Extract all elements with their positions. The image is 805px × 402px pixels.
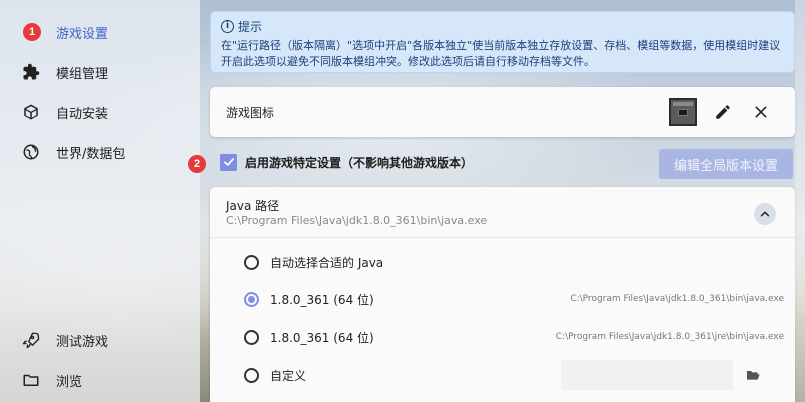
sidebar-item-test-game[interactable]: 测试游戏: [0, 321, 200, 359]
specific-settings-label: 启用游戏特定设置（不影响其他游戏版本）: [245, 155, 474, 170]
sidebar-item-label: 浏览: [56, 374, 83, 390]
check-icon: [223, 158, 234, 166]
sidebar-item-label: 世界/数据包: [56, 146, 126, 162]
checkbox-checked[interactable]: [220, 153, 237, 171]
java-option-label: 1.8.0_361 (64 位): [270, 292, 374, 307]
sidebar: 游戏设置 模组管理 自动安装 世界/数据包 测试游戏 浏览: [0, 0, 200, 402]
java-option-label: 自定义: [270, 368, 307, 383]
folder-open-icon: [747, 371, 760, 380]
sidebar-item-label: 游戏设置: [56, 26, 109, 42]
close-icon[interactable]: [750, 101, 772, 123]
java-path-card: Java 路径 C:\Program Files\Java\jdk1.8.0_3…: [210, 187, 795, 402]
game-block-icon[interactable]: [669, 98, 697, 126]
cube-icon: [22, 103, 40, 121]
tip-card: i 提示 在"运行路径（版本隔离）"选项中开启"各版本独立"使当前版本独立存放设…: [210, 11, 795, 73]
java-option-jdk-bin[interactable]: 1.8.0_361 (64 位) C:\Program Files\Java\j…: [244, 289, 784, 309]
sidebar-item-world-datapack[interactable]: 世界/数据包: [0, 133, 200, 171]
sidebar-item-label: 自动安装: [56, 106, 109, 122]
game-icon-label: 游戏图标: [226, 105, 275, 120]
sidebar-item-label: 模组管理: [56, 66, 109, 82]
radio-button-selected[interactable]: [244, 291, 259, 307]
sidebar-item-label: 测试游戏: [56, 334, 109, 350]
java-option-path: C:\Program Files\Java\jdk1.8.0_361\jre\b…: [555, 332, 784, 342]
sidebar-item-auto-install[interactable]: 自动安装: [0, 93, 200, 131]
edit-global-settings-button[interactable]: 编辑全局版本设置: [659, 149, 793, 179]
game-icon-card: 游戏图标: [210, 87, 795, 137]
specific-settings-toggle[interactable]: 启用游戏特定设置（不影响其他游戏版本）: [220, 152, 473, 172]
annotation-badge: 2: [188, 155, 206, 173]
java-option-label: 1.8.0_361 (64 位): [270, 330, 374, 345]
tip-title: 提示: [238, 20, 263, 34]
java-option-auto[interactable]: 自动选择合适的 Java: [244, 252, 784, 272]
custom-java-path-input[interactable]: [561, 360, 733, 390]
main-panel: i 提示 在"运行路径（版本隔离）"选项中开启"各版本独立"使当前版本独立存放设…: [210, 0, 795, 402]
info-icon: i: [221, 20, 234, 33]
annotation-badge: 1: [23, 23, 41, 41]
java-current-path: C:\Program Files\Java\jdk1.8.0_361\bin\j…: [226, 214, 488, 227]
puzzle-icon: [22, 63, 40, 81]
radio-button[interactable]: [244, 367, 259, 383]
background-edge: [795, 0, 805, 402]
tip-body: 在"运行路径（版本隔离）"选项中开启"各版本独立"使当前版本独立存放设置、存档、…: [221, 39, 781, 68]
globe-icon: [22, 143, 40, 161]
java-option-path: C:\Program Files\Java\jdk1.8.0_361\bin\j…: [570, 294, 784, 304]
radio-button[interactable]: [244, 329, 259, 345]
java-option-label: 自动选择合适的 Java: [270, 255, 384, 270]
collapse-button[interactable]: [754, 203, 776, 225]
chevron-up-icon: [760, 211, 770, 217]
sidebar-item-browse[interactable]: 浏览: [0, 361, 200, 399]
rocket-icon: [22, 331, 40, 349]
divider: [210, 237, 795, 238]
sidebar-item-mod-management[interactable]: 模组管理: [0, 53, 200, 91]
browse-folder-button[interactable]: [743, 367, 763, 383]
radio-button[interactable]: [244, 254, 259, 270]
java-option-custom[interactable]: 自定义: [244, 365, 544, 385]
edit-icon[interactable]: [712, 101, 734, 123]
java-option-jre-bin[interactable]: 1.8.0_361 (64 位) C:\Program Files\Java\j…: [244, 327, 784, 347]
java-path-title: Java 路径: [226, 199, 280, 213]
folder-icon: [22, 371, 40, 389]
